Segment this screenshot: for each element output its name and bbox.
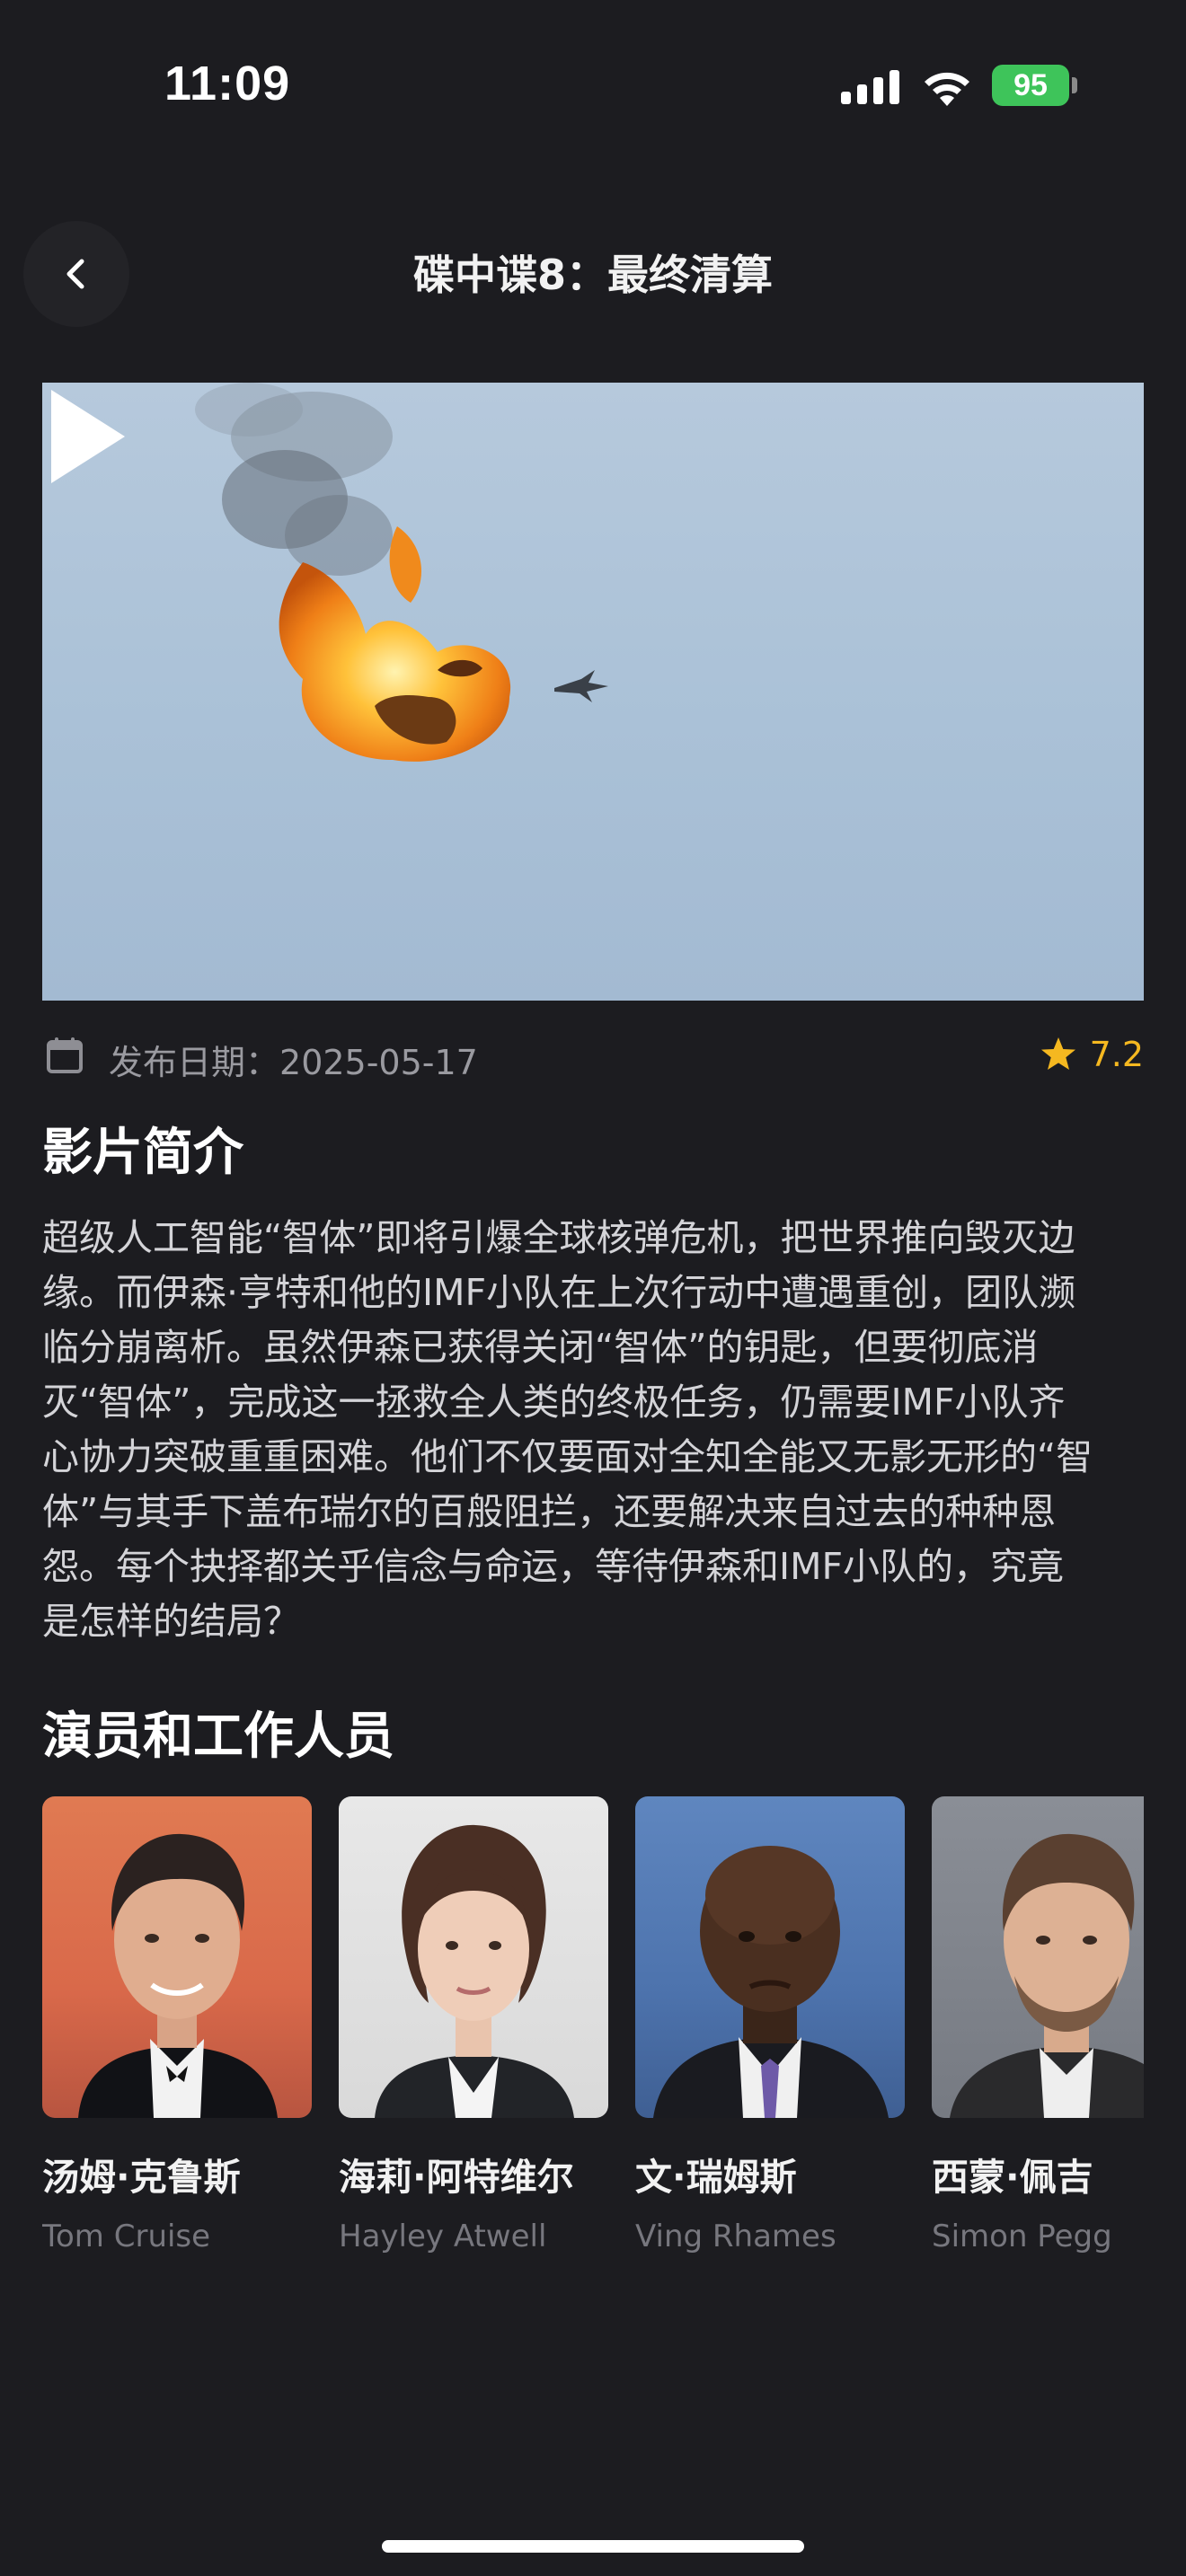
battery-icon: 95 [992, 65, 1078, 106]
synopsis-line: 缘。而伊森·亨特和他的IMF小队在上次行动中遭遇重创，团队濒 [42, 1271, 1076, 1314]
battery-level: 95 [992, 65, 1069, 106]
release-date-value: 2025-05-17 [279, 1043, 478, 1082]
cast-photo [932, 1796, 1144, 2118]
cast-card[interactable]: 汤姆·克鲁斯 Tom Cruise [42, 1796, 312, 2254]
calendar-icon [47, 1037, 83, 1073]
cast-name: 汤姆·克鲁斯 [42, 2156, 241, 2199]
page-title: 碟中谍8：最终清算 [412, 251, 773, 299]
synopsis-line: 怨。每个抉择都关乎信念与命运，等待伊森和IMF小队的，究竟 [42, 1545, 1065, 1588]
cast-name-en: Ving Rhames [635, 2219, 836, 2254]
video-thumbnail [195, 383, 608, 762]
meta-row: 发布日期：2025-05-17 7.2 [42, 1028, 1144, 1084]
video-player[interactable] [42, 383, 1144, 1001]
synopsis-title: 影片简介 [42, 1124, 243, 1182]
cast-card[interactable]: 海莉·阿特维尔 Hayley Atwell [339, 1796, 608, 2254]
cast-photo [635, 1796, 905, 2118]
rating-value: 7.2 [1089, 1035, 1144, 1074]
cast-name: 文·瑞姆斯 [635, 2156, 797, 2199]
rating: 7.2 [1040, 1035, 1144, 1074]
cast-name: 海莉·阿特维尔 [339, 2156, 574, 2199]
cast-card[interactable]: 文·瑞姆斯 Ving Rhames [635, 1796, 905, 2254]
synopsis-line: 是怎样的结局？ [42, 1600, 300, 1643]
cast-photo [42, 1796, 312, 2118]
cast-name-en: Tom Cruise [42, 2219, 211, 2254]
battery-cap [1072, 77, 1077, 93]
status-bar: 11:09 95 [0, 0, 1186, 171]
cast-name: 西蒙·佩吉 [932, 2156, 1093, 2199]
synopsis-line: 超级人工智能“智体”即将引爆全球核弹危机，把世界推向毁灭边 [42, 1216, 1075, 1259]
movie-detail-screen: 11:09 95 碟中谍8：最终清算 发布日期：2025-05-17 7.2 影… [0, 0, 1186, 2576]
play-icon[interactable] [42, 383, 132, 490]
release-label: 发布日期： [109, 1043, 280, 1082]
cast-name-en: Simon Pegg [932, 2219, 1112, 2254]
cast-list[interactable]: 汤姆·克鲁斯 Tom Cruise 海莉·阿特维尔 Hayley Atwell [42, 1796, 1144, 2281]
synopsis-line: 体”与其手下盖布瑞尔的百般阻拦，还要解决来自过去的种种恩 [42, 1490, 1057, 1533]
synopsis-line: 临分崩离析。虽然伊森已获得关闭“智体”的钥匙，但要彻底消 [42, 1326, 1039, 1369]
star-icon [1040, 1037, 1075, 1070]
cellular-signal-icon [841, 68, 900, 104]
cast-name-en: Hayley Atwell [339, 2219, 547, 2254]
synopsis-line: 心协力突破重重困难。他们不仅要面对全知全能又无影无形的“智 [42, 1435, 1093, 1478]
cast-photo [339, 1796, 608, 2118]
wifi-icon [925, 72, 969, 106]
cast-title: 演员和工作人员 [42, 1707, 394, 1766]
synopsis-line: 灭“智体”，完成这一拯救全人类的终极任务，仍需要IMF小队齐 [42, 1381, 1066, 1424]
cast-card[interactable]: 西蒙·佩吉 Simon Pegg [932, 1796, 1144, 2254]
release-date: 发布日期：2025-05-17 [109, 1035, 478, 1084]
home-indicator[interactable] [382, 2540, 804, 2553]
status-time: 11:09 [164, 57, 291, 110]
synopsis-text: 超级人工智能“智体”即将引爆全球核弹危机，把世界推向毁灭边 缘。而伊森·亨特和他… [42, 1211, 1152, 1649]
